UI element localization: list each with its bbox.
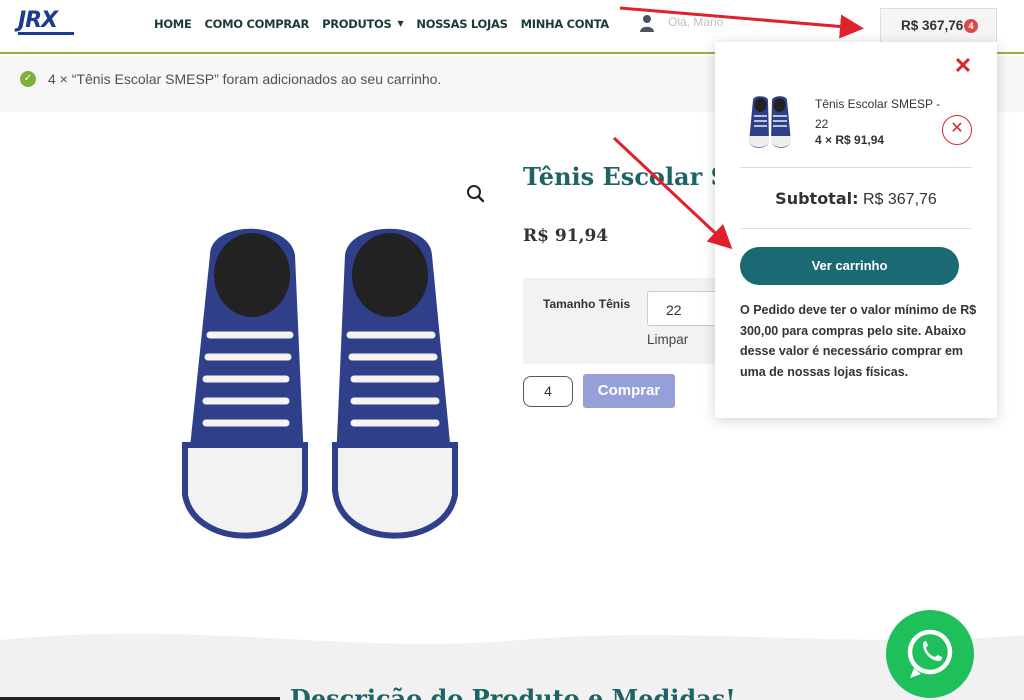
subtotal-label: Subtotal: bbox=[775, 189, 859, 208]
logo-underline bbox=[18, 32, 74, 35]
nav-minha-conta[interactable]: MINHA CONTA bbox=[521, 17, 610, 31]
user-icon[interactable] bbox=[640, 14, 654, 32]
product-image[interactable] bbox=[170, 205, 470, 565]
cart-count-badge: 4 bbox=[964, 19, 978, 33]
buy-button[interactable]: Comprar bbox=[583, 374, 675, 408]
quantity-input[interactable]: 4 bbox=[523, 376, 573, 407]
logo-text: JRX bbox=[18, 8, 58, 33]
variation-box: Tamanho Tênis 22 Limpar bbox=[523, 278, 723, 364]
check-icon: ✓ bbox=[20, 71, 36, 87]
nav-produtos-label: PRODUTOS bbox=[322, 17, 392, 31]
minimum-order-note: O Pedido deve ter o valor mínimo de R$ 3… bbox=[740, 303, 977, 379]
cart-total: R$ 367,76 bbox=[901, 18, 964, 33]
nav-como-comprar[interactable]: COMO COMPRAR bbox=[205, 17, 310, 31]
chevron-down-icon: ▼ bbox=[397, 19, 404, 28]
cart-item-thumbnail[interactable] bbox=[745, 94, 795, 152]
cart-button[interactable]: R$ 367,76 4 bbox=[880, 8, 997, 44]
nav-produtos[interactable]: PRODUTOS ▼ bbox=[322, 17, 404, 31]
divider bbox=[740, 228, 972, 229]
size-select[interactable]: 22 bbox=[647, 291, 723, 326]
divider bbox=[740, 167, 972, 168]
user-greeting[interactable]: Olá, Mario bbox=[668, 15, 723, 29]
cart-item-name[interactable]: Tênis Escolar SMESP - 22 bbox=[815, 94, 945, 134]
site-logo[interactable]: JRX bbox=[18, 8, 74, 38]
clear-link[interactable]: Limpar bbox=[647, 332, 688, 347]
nav-nossas-lojas[interactable]: NOSSAS LOJAS bbox=[416, 17, 508, 31]
product-price: R$ 91,94 bbox=[523, 226, 609, 246]
close-icon[interactable]: ✕ bbox=[953, 55, 973, 77]
remove-circle-icon[interactable]: ✕ bbox=[942, 115, 972, 145]
description-heading: Descrição do Produto e Medidas! bbox=[290, 684, 736, 700]
notice-text: 4 × “Tênis Escolar SMESP” foram adiciona… bbox=[48, 71, 442, 87]
subtotal-value: R$ 367,76 bbox=[862, 191, 937, 208]
mini-cart-dropdown: ✕ Tênis Escolar SMESP - 22 4 × R$ 91,94 … bbox=[715, 42, 997, 418]
cart-subtotal: Subtotal: R$ 367,76 bbox=[715, 189, 997, 209]
whatsapp-button[interactable] bbox=[886, 610, 974, 698]
arrow-to-view-cart bbox=[612, 136, 733, 250]
view-cart-button[interactable]: Ver carrinho bbox=[740, 247, 959, 285]
search-icon[interactable] bbox=[462, 180, 490, 208]
size-label: Tamanho Tênis bbox=[543, 297, 631, 311]
product-title: Tênis Escolar S bbox=[523, 162, 728, 191]
cart-item-qty: 4 × R$ 91,94 bbox=[815, 133, 885, 147]
main-nav: HOME COMO COMPRAR PRODUTOS ▼ NOSSAS LOJAS… bbox=[154, 17, 622, 31]
nav-home[interactable]: HOME bbox=[154, 17, 192, 31]
whatsapp-icon bbox=[907, 629, 953, 678]
